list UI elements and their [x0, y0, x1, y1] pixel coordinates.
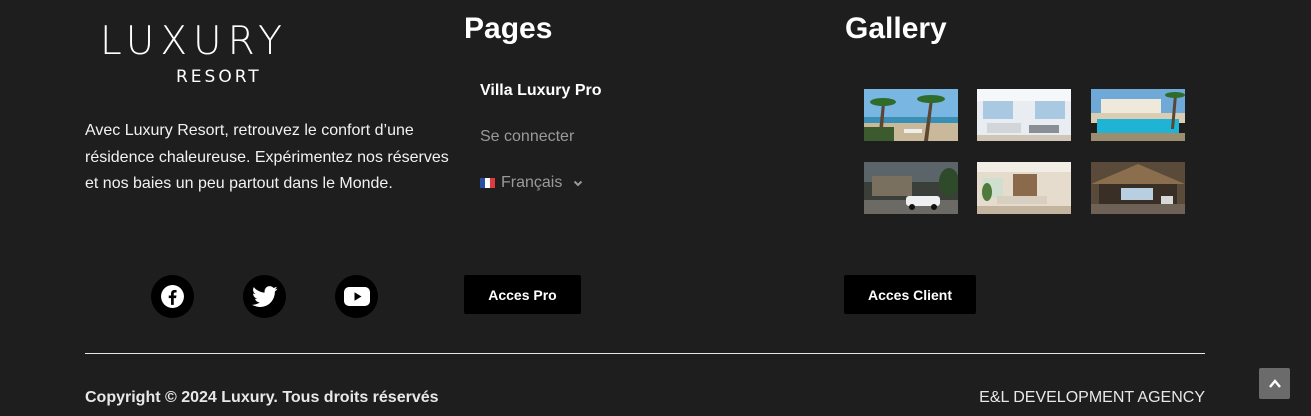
- facebook-icon: [161, 285, 184, 308]
- logo-subtitle: RESORT: [176, 67, 262, 87]
- menu-item-se-connecter[interactable]: Se connecter: [480, 128, 574, 146]
- menu-item-villa-luxury-pro[interactable]: Villa Luxury Pro: [480, 82, 602, 100]
- beach-palms-image: [864, 89, 958, 141]
- gallery-image-kitchen[interactable]: [977, 162, 1071, 214]
- chevron-down-icon: [574, 180, 583, 187]
- youtube-link[interactable]: [335, 275, 378, 318]
- gallery-image-pool-villa[interactable]: [1091, 89, 1185, 141]
- gallery-image-villa-car[interactable]: [864, 162, 958, 214]
- twitter-icon: [251, 285, 278, 307]
- logo-wordmark: LUXURY: [99, 19, 289, 64]
- acces-client-button[interactable]: Acces Client: [844, 275, 976, 314]
- agency-link[interactable]: E&L DEVELOPMENT AGENCY: [979, 389, 1205, 407]
- about-text: Avec Luxury Resort, retrouvez le confort…: [85, 122, 449, 192]
- copyright-text: Copyright © 2024 Luxury. Tous droits rés…: [85, 389, 439, 406]
- gallery-image-living-room[interactable]: [977, 89, 1071, 141]
- chevron-up-icon: [1268, 378, 1281, 388]
- youtube-icon: [343, 287, 370, 306]
- luxury-resort-logo[interactable]: LUXURY RESORT: [96, 22, 292, 88]
- gallery-image-beach[interactable]: [864, 89, 958, 141]
- kitchen-interior-image: [977, 162, 1071, 214]
- pages-heading: Pages: [464, 12, 553, 45]
- gallery-heading: Gallery: [845, 12, 947, 45]
- scroll-to-top-button[interactable]: [1259, 368, 1290, 399]
- facebook-link[interactable]: [151, 275, 194, 318]
- pool-villa-image: [1091, 89, 1185, 141]
- thatched-lodge-image: [1091, 162, 1185, 214]
- twitter-link[interactable]: [243, 275, 286, 318]
- footer-divider: [85, 353, 1205, 354]
- language-label: Français: [501, 174, 563, 191]
- gallery-image-lodge[interactable]: [1091, 162, 1185, 214]
- flag-fr-icon: [480, 178, 495, 188]
- villa-car-image: [864, 162, 958, 214]
- acces-pro-button[interactable]: Acces Pro: [464, 275, 581, 314]
- white-living-room-image: [977, 89, 1071, 141]
- language-selector[interactable]: Français: [480, 174, 584, 192]
